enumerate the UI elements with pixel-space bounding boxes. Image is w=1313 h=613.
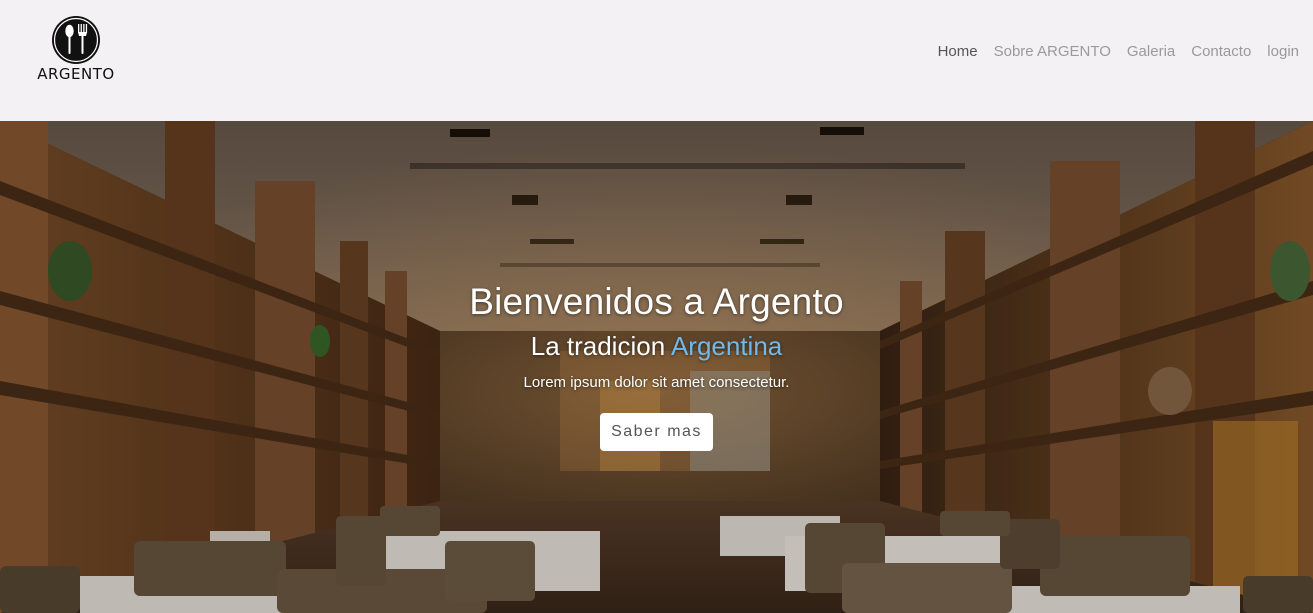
nav-link-galeria[interactable]: Galeria xyxy=(1127,43,1175,60)
nav-item-home: Home xyxy=(938,43,978,61)
nav-item-login: login xyxy=(1267,43,1299,61)
navbar: ARGENTO Home Sobre ARGENTO Galeria Conta… xyxy=(0,0,1313,121)
hero-subtitle-accent: Argentina xyxy=(670,331,783,361)
saber-mas-button[interactable]: Saber mas xyxy=(600,413,713,451)
hero-subtitle: La tradicion Argentina xyxy=(0,331,1313,362)
nav-item-contacto: Contacto xyxy=(1191,43,1251,61)
brand-logo-link[interactable]: ARGENTO xyxy=(28,14,124,84)
nav-link-login[interactable]: login xyxy=(1267,43,1299,60)
nav-item-galeria: Galeria xyxy=(1127,43,1175,61)
hero-section: Bienvenidos a Argento La tradicion Argen… xyxy=(0,121,1313,613)
nav-menu: Home Sobre ARGENTO Galeria Contacto logi… xyxy=(938,43,1299,61)
fork-and-spoon-icon xyxy=(52,16,100,64)
brand-name: ARGENTO xyxy=(37,65,115,83)
hero-text: Lorem ipsum dolor sit amet consectetur. xyxy=(523,374,790,391)
hero-title: Bienvenidos a Argento xyxy=(469,281,844,322)
nav-link-home[interactable]: Home xyxy=(938,43,978,60)
nav-link-sobre-argento[interactable]: Sobre ARGENTO xyxy=(994,43,1111,60)
nav-link-contacto[interactable]: Contacto xyxy=(1191,43,1251,60)
hero-subtitle-prefix: La tradicion xyxy=(530,331,666,361)
nav-item-sobre: Sobre ARGENTO xyxy=(994,43,1111,61)
hero-content: Bienvenidos a Argento La tradicion Argen… xyxy=(0,281,1313,451)
